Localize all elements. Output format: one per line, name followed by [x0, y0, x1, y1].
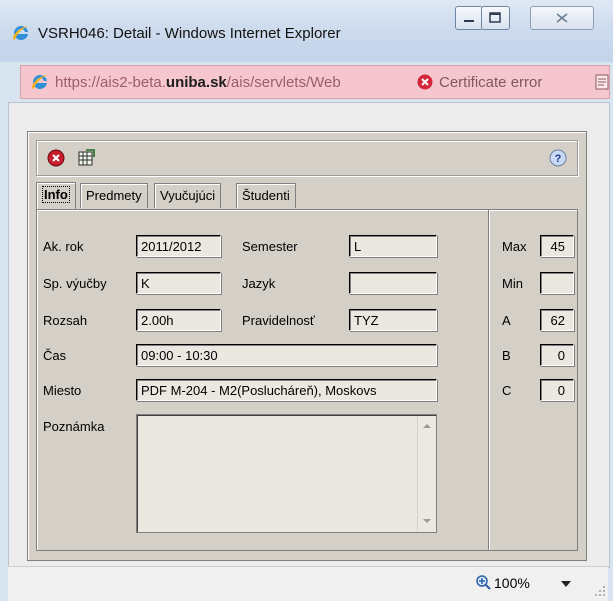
c-label: C — [502, 383, 512, 398]
page-content: ? Info Predmety Vyučujúci Študenti Ak. r… — [8, 102, 610, 568]
a-label: A — [502, 313, 511, 328]
zoom-dropdown-icon[interactable] — [561, 581, 571, 587]
url-domain: uniba.sk — [165, 74, 227, 91]
b-label: B — [502, 348, 511, 363]
security-report-icon[interactable] — [595, 74, 609, 90]
certificate-error-label[interactable]: Certificate error — [439, 74, 542, 91]
column-divider — [488, 210, 490, 550]
miesto-label: Miesto — [43, 383, 82, 398]
max-label: Max — [502, 239, 527, 254]
tab-studenti[interactable]: Študenti — [236, 183, 296, 208]
internet-explorer-icon — [31, 74, 48, 89]
scroll-down-arrow-icon[interactable] — [423, 519, 431, 523]
close-red-icon[interactable] — [47, 149, 65, 167]
tab-vyucujuci-label: Vyučujúci — [160, 188, 216, 203]
poznamka-scrollbar[interactable] — [417, 416, 435, 531]
ak-rok-field[interactable]: 2011/2012 — [136, 235, 221, 257]
rozsah-label: Rozsah — [43, 313, 88, 328]
url-suffix: /ais/servlets/Web — [226, 74, 341, 91]
poznamka-textarea[interactable] — [136, 414, 437, 533]
ak-rok-label: Ak. rok — [43, 239, 84, 254]
help-icon[interactable]: ? — [549, 149, 567, 167]
detail-panel: ? Info Predmety Vyučujúci Študenti Ak. r… — [27, 131, 587, 561]
sp-vyucby-label: Sp. výučby — [43, 276, 107, 291]
zoom-icon[interactable] — [476, 575, 492, 591]
cas-field[interactable]: 09:00 - 10:30 — [136, 344, 437, 366]
jazyk-field[interactable] — [349, 272, 437, 294]
title-bar: VSRH046: Detail - Windows Internet Explo… — [0, 0, 613, 62]
ie-window: VSRH046: Detail - Windows Internet Explo… — [0, 0, 613, 601]
address-url[interactable]: https://ais2-beta.uniba.sk/ais/servlets/… — [55, 74, 341, 91]
info-tab-content: Ak. rok 2011/2012 Semester L Sp. výučby … — [36, 209, 578, 551]
max-field[interactable]: 45 — [540, 235, 574, 257]
min-field[interactable] — [540, 272, 574, 294]
jazyk-label: Jazyk — [242, 276, 276, 291]
export-excel-icon[interactable] — [77, 149, 95, 167]
close-icon — [556, 13, 568, 23]
pravidelnost-label: Pravidelnosť — [242, 313, 315, 328]
tab-info[interactable]: Info — [36, 182, 76, 209]
cas-label: Čas — [43, 348, 67, 363]
internet-explorer-icon — [12, 25, 29, 40]
tab-predmety-label: Predmety — [86, 188, 142, 203]
certificate-error-icon[interactable] — [417, 74, 433, 90]
address-bar[interactable]: https://ais2-beta.uniba.sk/ais/servlets/… — [20, 65, 610, 99]
c-field[interactable]: 0 — [540, 379, 574, 401]
tab-vyucujuci[interactable]: Vyučujúci — [154, 183, 222, 208]
maximize-icon — [489, 12, 501, 23]
min-label: Min — [502, 276, 523, 291]
miesto-field[interactable]: PDF M-204 - M2(Poslucháreň), Moskovs — [136, 379, 437, 401]
minimize-button[interactable] — [455, 6, 483, 30]
a-field[interactable]: 62 — [540, 309, 574, 331]
minimize-icon — [464, 20, 474, 22]
semester-field[interactable]: L — [349, 235, 437, 257]
status-bar: 100% — [8, 566, 608, 601]
svg-text:?: ? — [555, 153, 562, 165]
tab-predmety[interactable]: Predmety — [80, 183, 148, 208]
rozsah-field[interactable]: 2.00h — [136, 309, 221, 331]
semester-label: Semester — [242, 239, 298, 254]
close-button[interactable] — [530, 6, 594, 30]
scroll-up-arrow-icon[interactable] — [423, 424, 431, 428]
b-field[interactable]: 0 — [540, 344, 574, 366]
url-prefix: https://ais2-beta. — [55, 74, 166, 91]
maximize-button[interactable] — [481, 6, 510, 30]
window-title: VSRH046: Detail - Windows Internet Explo… — [38, 25, 341, 42]
toolbar: ? — [36, 140, 578, 176]
pravidelnost-field[interactable]: TYZ — [349, 309, 437, 331]
tab-info-label: Info — [42, 186, 70, 203]
poznamka-label: Poznámka — [43, 419, 105, 434]
tab-studenti-label: Študenti — [242, 188, 290, 203]
zoom-level[interactable]: 100% — [494, 575, 530, 591]
sp-vyucby-field[interactable]: K — [136, 272, 221, 294]
resize-grip-icon[interactable] — [594, 585, 606, 597]
